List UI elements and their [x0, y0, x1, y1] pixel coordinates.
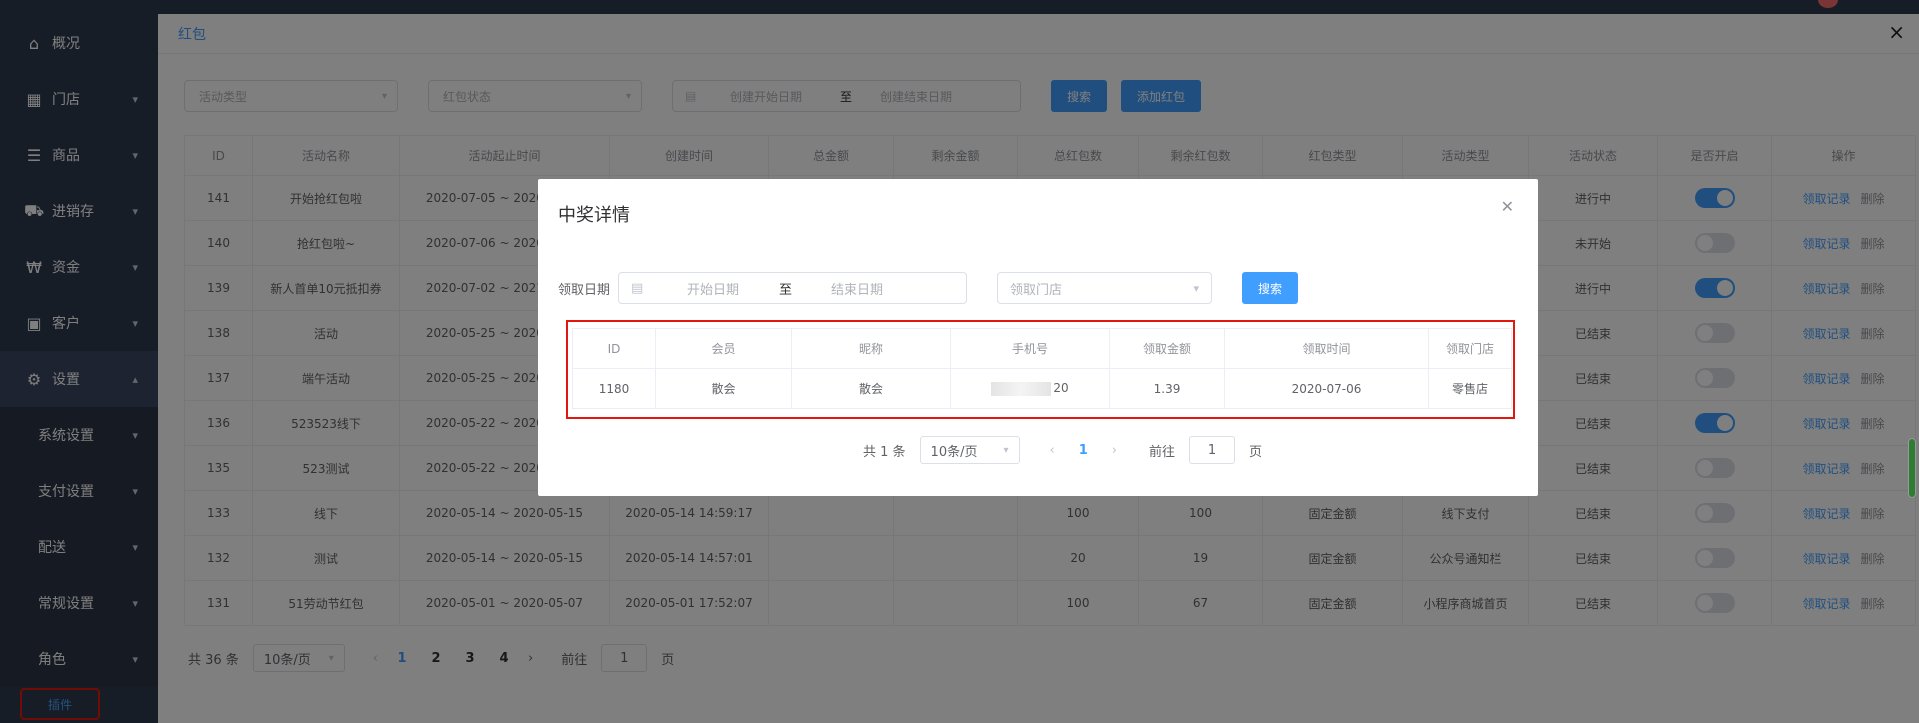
- scrollbar[interactable]: [1908, 438, 1916, 498]
- start-date-input[interactable]: 开始日期: [687, 279, 767, 298]
- table-header-row: ID 会员 昵称 手机号 领取金额 领取时间 领取门店: [572, 328, 1512, 369]
- store-select[interactable]: 领取门店 ▾: [997, 272, 1213, 304]
- cell-member: 散会: [655, 368, 792, 409]
- dialog-pagination: 共 1 条 10条/页 ▾ ‹ 1 › 前往 1 页: [863, 436, 1262, 464]
- prev-page-icon[interactable]: ‹: [1050, 443, 1055, 458]
- cell-amount: 1.39: [1109, 368, 1225, 409]
- blurred-phone: [991, 381, 1052, 396]
- page-unit: 页: [1249, 444, 1263, 460]
- column-header: 手机号: [950, 328, 1110, 369]
- receive-date-range[interactable]: ▤ 开始日期 至 结束日期: [618, 272, 968, 304]
- page-size-select[interactable]: 10条/页 ▾: [919, 436, 1020, 464]
- chevron-down-icon: ▾: [1003, 444, 1009, 456]
- pagination-total: 共 1 条: [863, 444, 906, 460]
- next-page-icon[interactable]: ›: [1112, 443, 1117, 458]
- cell-time: 2020-07-06: [1224, 368, 1429, 409]
- goto-label: 前往: [1149, 444, 1176, 460]
- cell-phone: 20: [950, 368, 1110, 409]
- phone-tail: 20: [1053, 381, 1069, 396]
- column-header: 领取门店: [1428, 328, 1512, 369]
- column-header: 领取金额: [1109, 328, 1225, 369]
- column-header: 会员: [655, 328, 792, 369]
- range-separator: 至: [779, 282, 793, 298]
- end-date-input[interactable]: 结束日期: [831, 279, 883, 298]
- goto-page-input[interactable]: 1: [1189, 436, 1236, 464]
- chevron-down-icon: ▾: [1193, 281, 1200, 295]
- column-header: ID: [572, 328, 656, 369]
- dialog-title: 中奖详情: [558, 205, 630, 226]
- column-header: 领取时间: [1224, 328, 1429, 369]
- cell-nickname: 散会: [791, 368, 951, 409]
- dialog-filter-bar: 领取日期 ▤ 开始日期 至 结束日期 领取门店 ▾ 搜索: [558, 272, 1299, 304]
- close-icon[interactable]: ✕: [1501, 197, 1514, 216]
- cell-id: 1180: [572, 368, 656, 409]
- calendar-icon: ▤: [631, 280, 644, 296]
- select-placeholder: 领取门店: [1010, 282, 1063, 298]
- page-size-value: 10条/页: [930, 444, 978, 460]
- prize-detail-dialog: 中奖详情 ✕ 领取日期 ▤ 开始日期 至 结束日期 领取门店 ▾ 搜索 ID 会员…: [538, 179, 1538, 496]
- date-label: 领取日期: [558, 282, 611, 298]
- page-1[interactable]: 1: [1079, 443, 1088, 458]
- table-row: 1180 散会 散会 20 1.39 2020-07-06 零售店: [572, 368, 1512, 409]
- search-button[interactable]: 搜索: [1242, 272, 1299, 304]
- cell-store: 零售店: [1428, 368, 1512, 409]
- column-header: 昵称: [791, 328, 951, 369]
- prize-table: ID 会员 昵称 手机号 领取金额 领取时间 领取门店 1180 散会 散会 20 1.39…: [566, 320, 1515, 419]
